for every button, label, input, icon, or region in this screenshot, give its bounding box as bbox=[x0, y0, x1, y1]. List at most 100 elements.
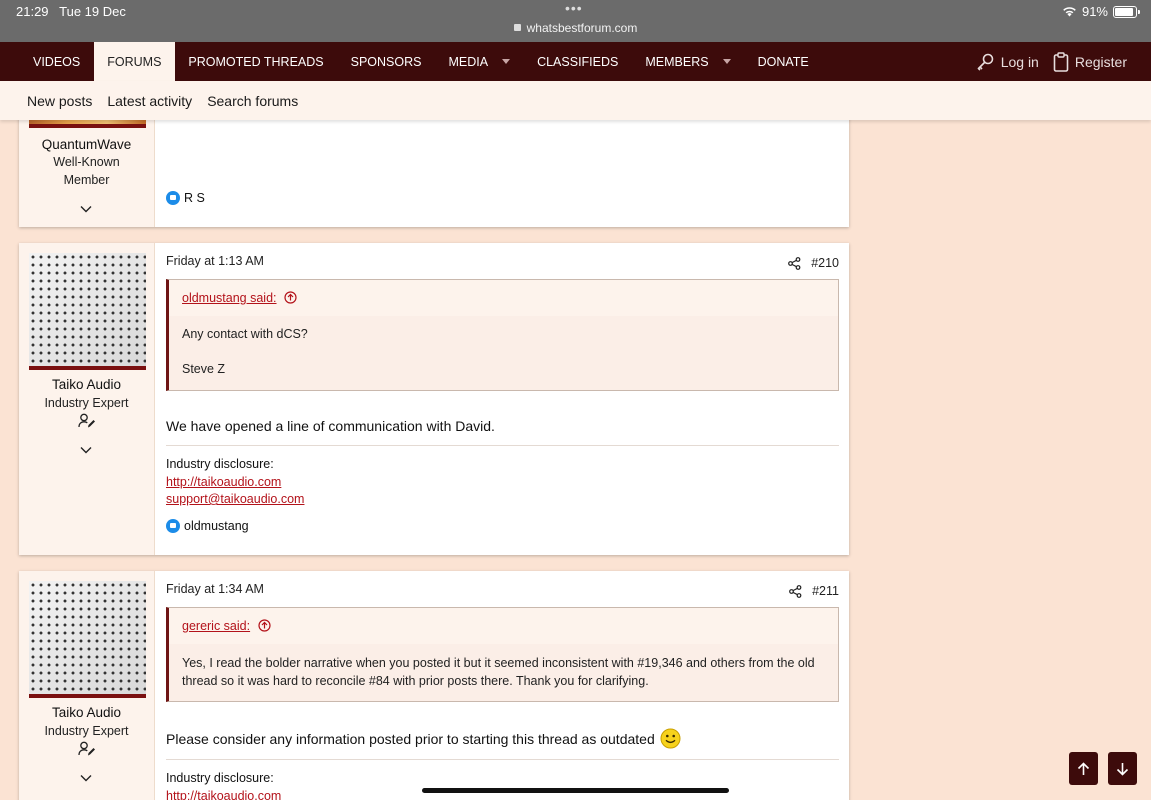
disclosure-label: Industry disclosure: bbox=[166, 457, 274, 471]
website-link[interactable]: http://taikoaudio.com bbox=[166, 474, 304, 492]
email-link[interactable]: support@taikoaudio.com bbox=[166, 491, 304, 509]
caret-down-icon[interactable] bbox=[502, 59, 511, 64]
status-time: 21:29 Tue 19 Dec bbox=[16, 4, 126, 19]
post-number: #210 bbox=[788, 256, 839, 270]
nav-tab-donate[interactable]: DONATE bbox=[744, 42, 822, 81]
battery-percent: 91% bbox=[1081, 4, 1108, 19]
caret-down-icon[interactable] bbox=[722, 59, 731, 64]
address-bar[interactable]: whatsbestforum.com bbox=[0, 21, 1151, 35]
chevron-down-icon[interactable] bbox=[80, 203, 92, 215]
post-date[interactable]: Friday at 1:13 AM bbox=[166, 254, 264, 268]
post-message-text: Please consider any information posted p… bbox=[166, 730, 655, 747]
user-pane: Taiko Audio Industry Expert bbox=[19, 571, 155, 800]
arrow-up-circle-icon[interactable] bbox=[257, 619, 271, 632]
register-link[interactable]: Register bbox=[1053, 51, 1127, 72]
nav-tab-label: MEMBERS bbox=[645, 54, 709, 69]
avatar[interactable] bbox=[29, 581, 146, 698]
nav-tab-label: PROMOTED THREADS bbox=[188, 54, 324, 69]
post-210: Taiko Audio Industry Expert Friday at 1:… bbox=[19, 243, 849, 555]
user-pane: Taiko Audio Industry Expert bbox=[19, 243, 155, 555]
share-icon[interactable] bbox=[789, 584, 802, 598]
subnav-new-posts[interactable]: New posts bbox=[27, 93, 92, 109]
like-icon bbox=[166, 191, 180, 205]
post-message: We have opened a line of communication w… bbox=[166, 418, 495, 434]
reaction-users: oldmustang bbox=[184, 519, 249, 533]
scroll-bottom-button[interactable] bbox=[1108, 752, 1137, 785]
arrow-up-icon bbox=[1077, 761, 1090, 775]
reactions-bar[interactable]: oldmustang bbox=[166, 519, 249, 533]
quote-body: Yes, I read the bolder narrative when yo… bbox=[169, 644, 838, 701]
quote-header: gereric said: bbox=[169, 608, 838, 644]
website-link[interactable]: http://taikoaudio.com bbox=[166, 788, 281, 800]
post-date[interactable]: Friday at 1:34 AM bbox=[166, 582, 264, 596]
nav-tab-sponsors[interactable]: SPONSORS bbox=[337, 42, 435, 81]
lock-icon bbox=[513, 24, 521, 31]
quote-line: Any contact with dCS? bbox=[182, 327, 308, 341]
nav-tab-label: MEDIA bbox=[448, 54, 489, 69]
quote-block: oldmustang said: Any contact with dCS? S… bbox=[166, 279, 839, 391]
avatar[interactable] bbox=[29, 253, 146, 370]
nav-tab-label: VIDEOS bbox=[33, 54, 81, 69]
main-nav: VIDEOS FORUMS PROMOTED THREADS SPONSORS MEDI… bbox=[0, 42, 1151, 81]
username[interactable]: QuantumWave bbox=[19, 137, 154, 152]
wifi-icon bbox=[1063, 7, 1076, 17]
quote-header: oldmustang said: bbox=[169, 280, 838, 316]
user-title: Industry Expert bbox=[44, 396, 129, 410]
nav-tab-label: DONATE bbox=[757, 54, 809, 69]
user-edit-icon bbox=[78, 413, 95, 428]
key-icon bbox=[977, 53, 994, 71]
username[interactable]: Taiko Audio bbox=[19, 377, 154, 392]
battery-icon bbox=[1113, 5, 1140, 18]
nav-tab-forums[interactable]: FORUMS bbox=[93, 42, 175, 81]
post-quantumwave: QuantumWave Well-Known Member R S bbox=[19, 110, 849, 227]
quote-author-link[interactable]: gereric said: bbox=[182, 619, 250, 633]
nav-tab-classifieds[interactable]: CLASSIFIEDS bbox=[524, 42, 632, 81]
account-links: Log in Register bbox=[975, 42, 1151, 81]
clipboard-icon bbox=[1053, 51, 1069, 72]
username[interactable]: Taiko Audio bbox=[19, 705, 154, 720]
post-number: #211 bbox=[789, 584, 839, 598]
register-label: Register bbox=[1074, 53, 1127, 70]
device-status-bar: 21:29 Tue 19 Dec ••• whatsbestforum.com … bbox=[0, 0, 1151, 42]
nav-tab-media[interactable]: MEDIA bbox=[435, 42, 524, 81]
nav-tab-label: SPONSORS bbox=[350, 54, 422, 69]
industry-disclosure: Industry disclosure: http://taikoaudio.c… bbox=[166, 770, 281, 800]
post-211: Taiko Audio Industry Expert Friday at 1:… bbox=[19, 571, 849, 800]
industry-disclosure: Industry disclosure: http://taikoaudio.c… bbox=[166, 456, 304, 509]
like-icon bbox=[166, 519, 180, 533]
post-message: Please consider any information posted p… bbox=[166, 728, 681, 749]
share-icon[interactable] bbox=[788, 256, 801, 270]
reaction-users: R S bbox=[184, 191, 205, 205]
nav-tab-members[interactable]: MEMBERS bbox=[632, 42, 744, 81]
chevron-down-icon[interactable] bbox=[80, 772, 92, 784]
subnav-latest-activity[interactable]: Latest activity bbox=[107, 93, 192, 109]
reactions-bar[interactable]: R S bbox=[166, 191, 205, 205]
url-text: whatsbestforum.com bbox=[526, 21, 638, 35]
nav-tab-promoted-threads[interactable]: PROMOTED THREADS bbox=[175, 42, 337, 81]
post-number-link[interactable]: #210 bbox=[811, 256, 839, 270]
post-body: Friday at 1:13 AM #210 oldmustang said: … bbox=[155, 243, 849, 555]
user-pane: QuantumWave Well-Known Member bbox=[19, 110, 155, 227]
nav-tab-videos[interactable]: VIDEOS bbox=[0, 42, 94, 81]
subnav-search-forums[interactable]: Search forums bbox=[207, 93, 298, 109]
quote-author-link[interactable]: oldmustang said: bbox=[182, 291, 277, 305]
quote-body: Any contact with dCS? Steve Z bbox=[169, 316, 838, 390]
arrow-down-icon bbox=[1116, 762, 1129, 776]
scroll-top-button[interactable] bbox=[1069, 752, 1098, 785]
user-edit-icon bbox=[78, 741, 95, 756]
home-indicator[interactable] bbox=[422, 788, 729, 793]
login-link[interactable]: Log in bbox=[975, 52, 1039, 72]
divider bbox=[166, 759, 839, 760]
user-title: Industry Expert bbox=[44, 724, 129, 738]
arrow-up-circle-icon[interactable] bbox=[284, 291, 297, 304]
user-title: Well-Known Member bbox=[53, 155, 120, 187]
smiley-emoji bbox=[660, 728, 681, 749]
divider bbox=[166, 445, 839, 446]
quote-line: Steve Z bbox=[182, 362, 226, 376]
disclosure-label: Industry disclosure: bbox=[166, 771, 274, 785]
chevron-down-icon[interactable] bbox=[80, 444, 92, 456]
post-number-link[interactable]: #211 bbox=[812, 584, 839, 598]
browser-menu-dots-icon[interactable]: ••• bbox=[565, 0, 583, 16]
status-indicators: 91% bbox=[1062, 4, 1140, 19]
login-label: Log in bbox=[1000, 53, 1039, 70]
